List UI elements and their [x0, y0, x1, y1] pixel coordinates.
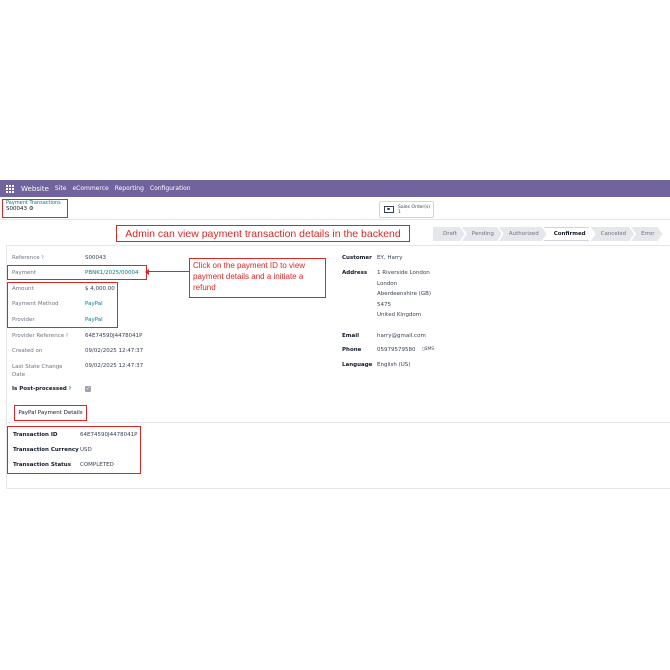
status-pending[interactable]: Pending [462, 227, 502, 241]
dollar-icon [384, 206, 394, 213]
callout-arrow [145, 268, 189, 275]
address-line: 5475 [377, 301, 391, 308]
email-link[interactable]: harry@gmail.com [377, 331, 426, 342]
customer-link[interactable]: EY, Harry [377, 253, 403, 264]
menu-reporting[interactable]: Reporting [115, 185, 144, 192]
menu-site[interactable]: Site [55, 185, 67, 192]
control-panel [0, 197, 670, 220]
provider-reference-label: Provider Reference ? [12, 333, 68, 339]
language-value: English (US) [377, 362, 411, 368]
last-state-change-label: Last State Change Date [12, 364, 63, 378]
status-authorized[interactable]: Authorized [499, 227, 547, 241]
reference-value: S00043 [85, 255, 106, 261]
tab-underline [6, 422, 670, 423]
address-line: London [377, 280, 398, 287]
status-canceled[interactable]: Canceled [591, 227, 635, 241]
language-label: Language [342, 362, 373, 368]
smart-button-count: 1 [398, 209, 401, 215]
address-line: Aberdeenshire (GB) [377, 291, 432, 297]
sms-button[interactable]: ▯SMS [422, 345, 434, 356]
created-on-label: Created on [12, 348, 43, 354]
provider-reference-value: 64E74590J4478041P [85, 333, 143, 339]
tab-paypal-payment-details[interactable]: PayPal Payment Details [14, 405, 87, 421]
payment-highlight [7, 265, 147, 280]
menu-ecommerce[interactable]: eCommerce [72, 185, 108, 192]
callout-note: Click on the payment ID to view payment … [189, 258, 326, 298]
status-bar: Draft Pending Authorized Confirmed Cance… [436, 227, 663, 241]
created-on-value: 09/02/2025 12:47:37 [85, 348, 144, 354]
reference-label: Reference ? [12, 255, 44, 261]
app-brand[interactable]: Website [21, 185, 49, 193]
post-processed-checkbox[interactable]: ✓ [85, 386, 91, 392]
status-error[interactable]: Error [631, 227, 662, 241]
email-label: Email [342, 333, 359, 339]
annotation-banner: Admin can view payment transaction detai… [116, 225, 410, 242]
menu-configuration[interactable]: Configuration [150, 185, 191, 192]
post-processed-label: Is Post-processed ? [12, 386, 72, 392]
address-block: 1 Riverside London London Aberdeenshire … [377, 268, 431, 321]
phone-link[interactable]: 05979579580 [377, 345, 416, 356]
amount-method-provider-highlight [7, 282, 118, 328]
customer-label: Customer [342, 255, 372, 261]
address-label: Address [342, 270, 368, 276]
top-navbar: Website Site eCommerce Reporting Configu… [0, 180, 670, 197]
phone-label: Phone [342, 347, 362, 353]
status-confirmed[interactable]: Confirmed [544, 227, 594, 241]
smart-button-label: Sales Order(s) [398, 204, 431, 210]
apps-grid-icon[interactable] [6, 184, 16, 194]
address-line: United Kingdom [377, 312, 422, 318]
sales-orders-smart-button[interactable]: Sales Order(s) 1 [379, 201, 434, 218]
breadcrumb-highlight [2, 199, 68, 218]
paypal-details-highlight [7, 426, 141, 474]
status-draft[interactable]: Draft [433, 227, 465, 241]
address-line: 1 Riverside London [377, 270, 430, 276]
last-state-change-value: 09/02/2025 12:47:37 [85, 363, 144, 369]
